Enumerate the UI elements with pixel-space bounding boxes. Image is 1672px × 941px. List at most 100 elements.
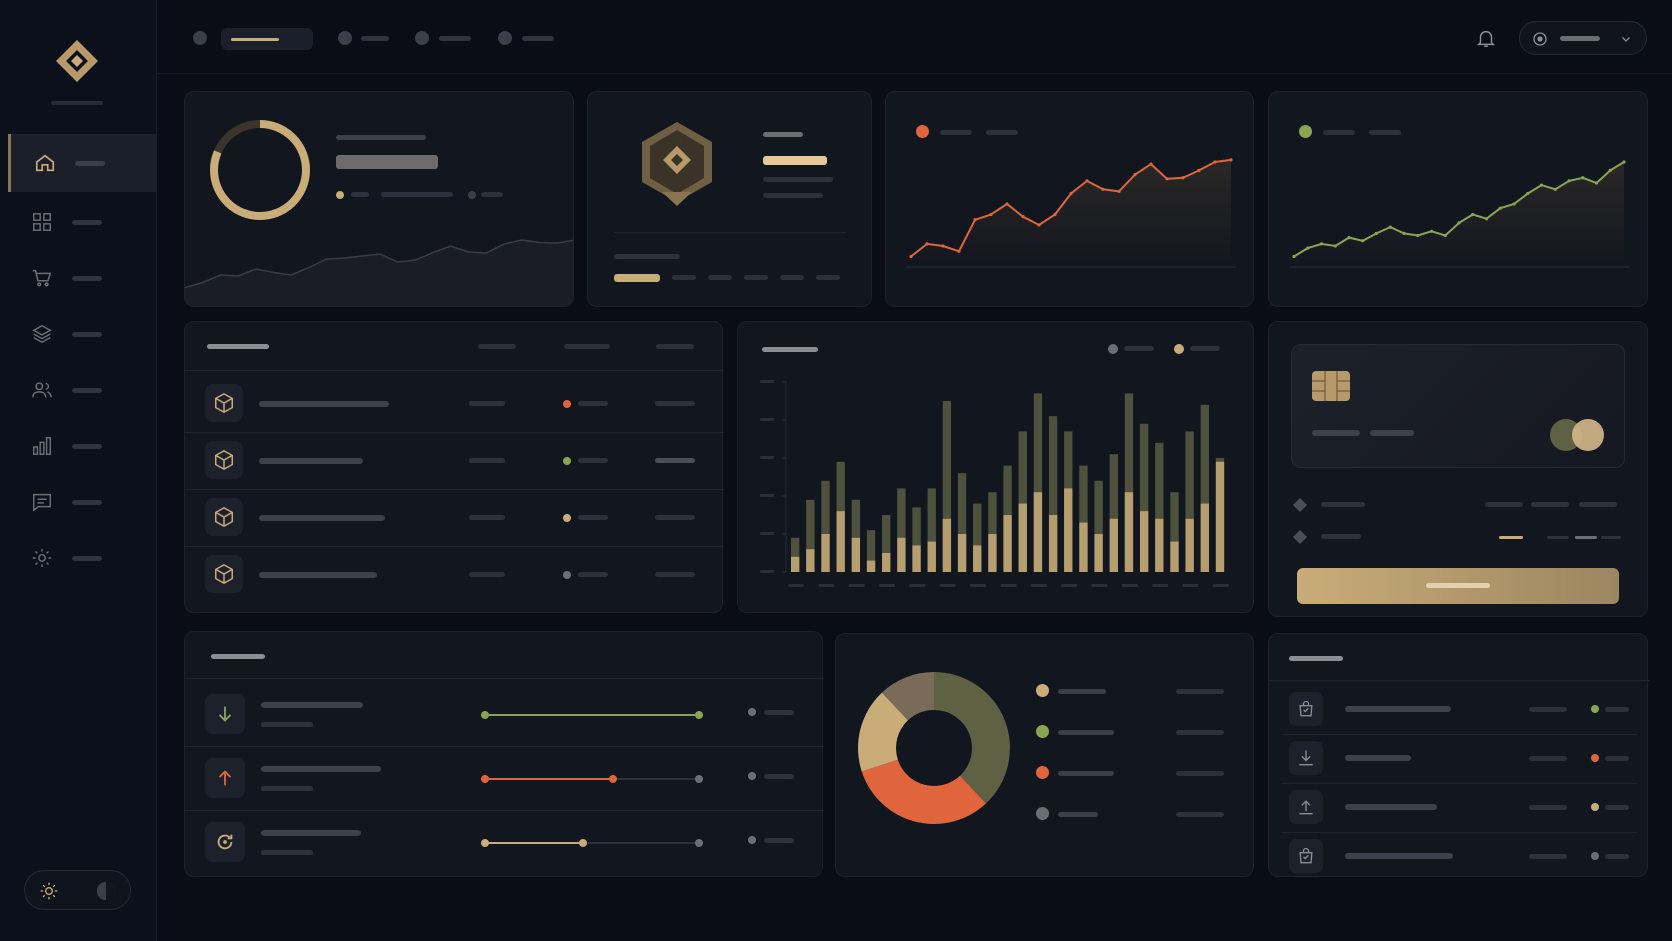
legend-dot bbox=[1036, 766, 1049, 779]
sidebar-item-label bbox=[72, 555, 102, 561]
legend-label bbox=[481, 192, 503, 197]
bar-series-2 bbox=[957, 534, 967, 572]
moon-icon bbox=[96, 881, 116, 901]
theme-toggle[interactable] bbox=[24, 870, 131, 910]
row-icon-box bbox=[1289, 839, 1323, 873]
credit-card[interactable] bbox=[1291, 344, 1625, 468]
status-dot bbox=[1591, 803, 1599, 811]
product-qty bbox=[469, 458, 505, 463]
tab-dot bbox=[193, 31, 207, 45]
sidebar-item-grid[interactable] bbox=[8, 193, 157, 251]
line-point bbox=[1085, 179, 1089, 183]
bell-icon[interactable] bbox=[1475, 27, 1497, 49]
order-amount bbox=[1529, 707, 1567, 712]
detail-label bbox=[1321, 502, 1365, 507]
payment-card bbox=[1268, 321, 1648, 617]
x-tick-label bbox=[1000, 584, 1017, 587]
sidebar-item-users[interactable] bbox=[8, 361, 157, 419]
transfer-amount bbox=[764, 838, 794, 843]
arrow-up-icon bbox=[218, 770, 232, 786]
legend-label bbox=[1058, 689, 1106, 694]
table-title bbox=[207, 344, 269, 349]
status-dot bbox=[748, 772, 756, 780]
row-divider bbox=[1281, 832, 1637, 833]
card-number bbox=[1370, 430, 1414, 436]
card-value bbox=[336, 155, 438, 169]
line-point bbox=[1539, 183, 1544, 187]
product-price bbox=[655, 572, 695, 577]
donut-card bbox=[835, 633, 1254, 877]
x-tick-label bbox=[848, 584, 865, 587]
line-point bbox=[1608, 168, 1612, 172]
tab-label[interactable] bbox=[361, 36, 389, 41]
pay-button[interactable] bbox=[1297, 568, 1619, 604]
badge-title bbox=[763, 132, 803, 137]
sidebar-item-messages[interactable] bbox=[8, 473, 157, 531]
progress-knob[interactable] bbox=[609, 775, 618, 783]
tab-label[interactable] bbox=[439, 36, 471, 41]
box-icon bbox=[215, 563, 233, 585]
line-point bbox=[1197, 168, 1201, 172]
sidebar-item-label bbox=[72, 219, 102, 225]
progress-end bbox=[695, 839, 703, 847]
order-name bbox=[1345, 804, 1437, 810]
progress-step bbox=[780, 275, 804, 280]
line-point bbox=[1471, 212, 1475, 217]
transfer-amount bbox=[764, 710, 794, 715]
transfer-name bbox=[261, 830, 361, 836]
detail-value bbox=[1485, 502, 1523, 507]
bar-series-2 bbox=[882, 553, 891, 572]
progress-start bbox=[481, 711, 489, 719]
transfer-amount bbox=[764, 774, 794, 779]
row-divider bbox=[185, 432, 724, 433]
column-header bbox=[564, 344, 610, 349]
sidebar-item-settings[interactable] bbox=[8, 529, 157, 587]
detail-label bbox=[1321, 534, 1361, 539]
sidebar-item-home[interactable] bbox=[8, 134, 157, 192]
green-trend-card bbox=[1268, 91, 1648, 307]
progress-end bbox=[695, 775, 703, 783]
line-point bbox=[1526, 191, 1530, 196]
tab-label[interactable] bbox=[522, 36, 554, 41]
status-dot bbox=[563, 400, 571, 408]
line-point bbox=[1429, 229, 1434, 233]
y-tick-label bbox=[760, 532, 774, 535]
download-icon bbox=[1299, 750, 1313, 766]
line-area bbox=[1294, 162, 1624, 267]
sidebar-item-cart[interactable] bbox=[8, 249, 157, 307]
status-dot bbox=[1591, 852, 1599, 860]
orders-card bbox=[1268, 633, 1649, 877]
order-amount bbox=[1529, 756, 1567, 761]
line-point bbox=[1457, 221, 1461, 225]
card-title bbox=[1289, 656, 1343, 661]
sidebar-item-analytics[interactable] bbox=[8, 417, 157, 475]
topbar bbox=[157, 0, 1672, 74]
grid-icon bbox=[33, 213, 51, 231]
upload-icon bbox=[1299, 800, 1313, 815]
detail-value bbox=[1579, 502, 1617, 507]
bar-series-2 bbox=[897, 537, 906, 572]
row-icon-box bbox=[205, 555, 243, 593]
line-point bbox=[1319, 242, 1324, 246]
y-tick-label bbox=[760, 494, 774, 497]
bar-series-2 bbox=[866, 560, 876, 572]
box-icon bbox=[215, 392, 233, 414]
status-label bbox=[1605, 805, 1629, 810]
status-dot bbox=[1591, 754, 1599, 762]
badge-subtitle bbox=[763, 193, 823, 198]
box-icon bbox=[215, 506, 233, 528]
sidebar-item-layers[interactable] bbox=[8, 305, 157, 363]
line-point bbox=[1005, 202, 1009, 206]
bar-series-2 bbox=[1033, 492, 1043, 572]
line-point bbox=[1037, 223, 1041, 227]
legend-dot bbox=[1036, 725, 1049, 738]
progress-knob[interactable] bbox=[579, 839, 588, 847]
row-divider bbox=[185, 489, 724, 490]
user-menu[interactable] bbox=[1519, 21, 1647, 55]
product-name bbox=[259, 515, 385, 521]
tab-active[interactable] bbox=[221, 28, 313, 50]
progress-fill bbox=[485, 714, 699, 716]
bar-series-2 bbox=[1109, 518, 1118, 572]
row-divider bbox=[185, 546, 724, 547]
progress-knob[interactable] bbox=[695, 711, 703, 719]
